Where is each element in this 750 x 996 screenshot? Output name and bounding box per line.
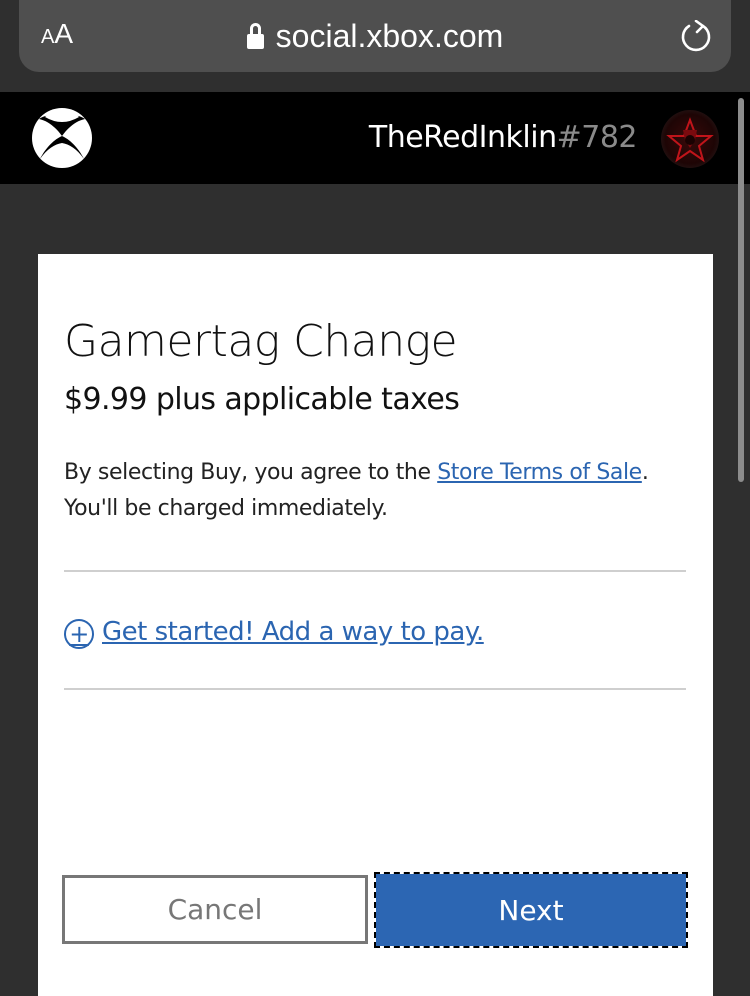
cancel-button[interactable]: Cancel: [62, 875, 368, 944]
browser-toolbar: AA social.xbox.com: [0, 0, 750, 92]
gamertag-name: TheRedInklin: [368, 120, 557, 155]
avatar-emblem-icon: [666, 117, 714, 163]
divider-top: [64, 570, 686, 572]
lock-icon: [246, 23, 264, 49]
terms-prefix: By selecting Buy, you agree to the: [64, 460, 438, 485]
address-bar[interactable]: AA social.xbox.com: [19, 0, 731, 72]
next-label: Next: [498, 893, 564, 927]
price-text: $9.99 plus applicable taxes: [64, 382, 460, 417]
xbox-logo-icon[interactable]: [31, 107, 93, 169]
dialog-title: Gamertag Change: [64, 316, 458, 367]
terms-text: By selecting Buy, you agree to the Store…: [64, 455, 704, 527]
gamertag-display[interactable]: TheRedInklin#782: [368, 118, 638, 158]
next-button[interactable]: Next: [374, 872, 688, 948]
site-header: TheRedInklin#782: [0, 92, 750, 184]
store-terms-link[interactable]: Store Terms of Sale: [437, 460, 642, 485]
divider-bottom: [64, 688, 686, 690]
charge-notice: You'll be charged immediately.: [64, 496, 388, 521]
terms-suffix: .: [641, 460, 649, 485]
reload-icon[interactable]: [679, 20, 713, 54]
gamertag-suffix: #782: [556, 120, 638, 155]
page-scrollbar[interactable]: [738, 98, 744, 482]
purchase-dialog: Gamertag Change $9.99 plus applicable ta…: [38, 254, 713, 996]
plus-circle-icon: +: [64, 619, 94, 649]
cancel-label: Cancel: [167, 893, 263, 926]
url-text: social.xbox.com: [275, 18, 504, 54]
add-payment-link[interactable]: + Get started! Add a way to pay.: [64, 612, 484, 652]
avatar[interactable]: [661, 110, 719, 168]
url-display[interactable]: social.xbox.com: [19, 16, 731, 56]
add-payment-label: Get started! Add a way to pay.: [102, 617, 484, 647]
